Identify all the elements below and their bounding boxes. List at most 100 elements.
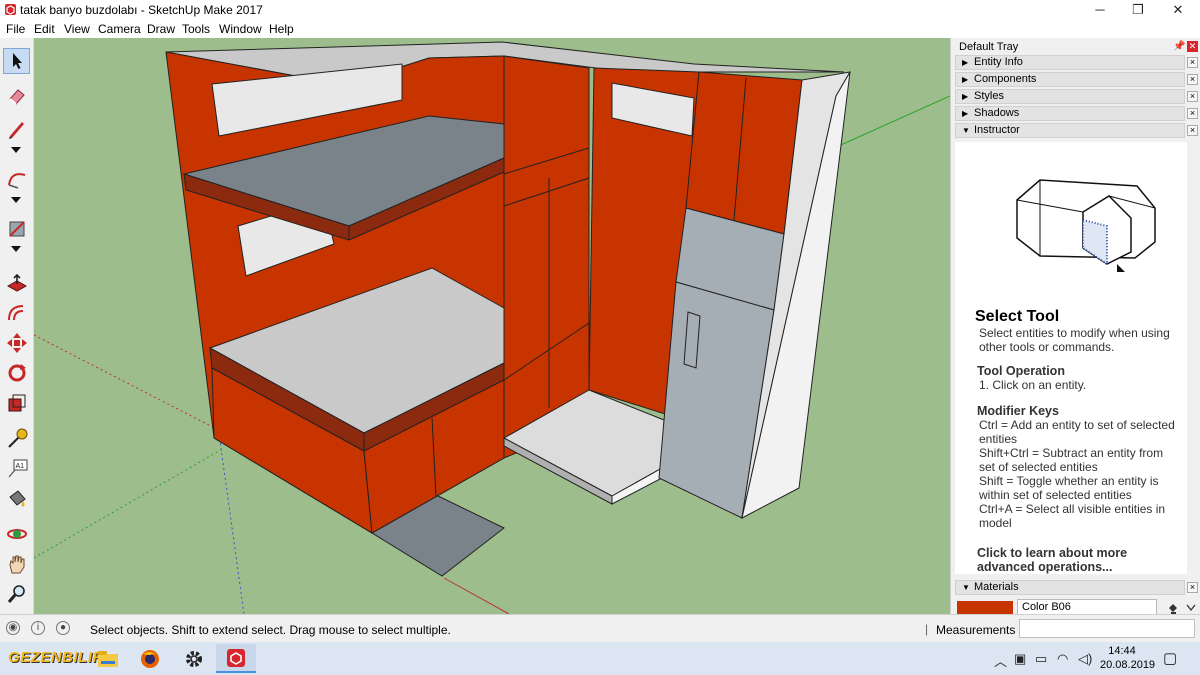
expand-icon: ▶ <box>962 58 969 67</box>
modifier-shift-ctrl: Shift+Ctrl = Subtract an entity from set… <box>979 446 1164 474</box>
menu-draw[interactable]: Draw <box>147 22 175 36</box>
paint-bucket-tool-button[interactable] <box>3 485 30 511</box>
instructor-title: Select Tool <box>975 308 1060 325</box>
pan-icon <box>8 555 24 574</box>
info-icon[interactable]: i <box>31 621 45 635</box>
status-divider: | <box>925 622 929 636</box>
chevron-up-icon[interactable]: ︿ <box>994 651 1007 670</box>
select-tool-button[interactable] <box>3 48 30 74</box>
minimize-button[interactable]: ─ <box>1080 0 1120 20</box>
modifier-keys-heading: Modifier Keys <box>977 404 1059 418</box>
geolocation-icon[interactable]: ◉ <box>6 621 20 635</box>
panel-close-icon[interactable]: × <box>1187 108 1198 119</box>
expand-icon: ▶ <box>962 92 969 101</box>
settings-button[interactable] <box>174 644 214 673</box>
pencil-tool-button[interactable] <box>3 116 30 142</box>
menu-window[interactable]: Window <box>219 22 262 36</box>
settings-icon <box>186 650 202 667</box>
expand-icon: ▶ <box>962 109 969 118</box>
orbit-tool-button[interactable] <box>3 521 30 547</box>
rectangle-tool-button[interactable] <box>3 216 30 242</box>
rectangle-icon <box>8 221 25 237</box>
move-icon <box>6 333 27 353</box>
panel-label: Styles <box>974 90 1004 102</box>
sketchup-icon <box>227 648 245 667</box>
notifications-icon[interactable]: ▢ <box>1163 649 1177 667</box>
chevron-down-icon[interactable] <box>11 196 21 204</box>
menu-file[interactable]: File <box>6 22 25 36</box>
create-material-icon[interactable] <box>1167 601 1179 615</box>
close-button[interactable]: ✕ <box>1158 0 1198 20</box>
file-explorer-button[interactable] <box>88 644 128 673</box>
tape-measure-tool-button[interactable] <box>3 425 30 451</box>
chevron-down-icon[interactable] <box>1186 604 1196 612</box>
volume-icon[interactable]: ◁) <box>1078 651 1092 667</box>
zoom-tool-button[interactable] <box>3 581 30 607</box>
panel-label: Entity Info <box>974 56 1023 68</box>
arc-tool-button[interactable] <box>3 166 30 192</box>
wifi-icon[interactable]: ◠ <box>1057 651 1068 667</box>
tray-close-icon[interactable]: ✕ <box>1187 41 1198 52</box>
clock-date: 20.08.2019 <box>1100 659 1156 671</box>
select-tool-illustration <box>1016 179 1156 272</box>
menu-edit[interactable]: Edit <box>34 22 55 36</box>
instructor-content: Select Tool Select entities to modify wh… <box>955 142 1187 574</box>
firefox-button[interactable] <box>130 644 170 673</box>
firefox-icon <box>141 649 159 668</box>
panel-close-icon[interactable]: × <box>1187 57 1198 68</box>
network-icon[interactable]: ▣ <box>1014 651 1026 667</box>
panel-instructor[interactable]: ▼ Instructor <box>955 123 1185 138</box>
window-title: tatak banyo buzdolabı - SketchUp Make 20… <box>20 3 263 17</box>
panel-close-icon[interactable]: × <box>1187 74 1198 85</box>
panel-styles[interactable]: ▶ Styles <box>955 89 1185 104</box>
panel-components[interactable]: ▶ Components <box>955 72 1185 87</box>
panel-entity-info[interactable]: ▶ Entity Info <box>955 55 1185 70</box>
panel-materials[interactable]: ▼ Materials <box>955 580 1185 595</box>
text-icon: A1 <box>8 459 27 478</box>
battery-icon[interactable]: ▭ <box>1035 651 1047 667</box>
maximize-button[interactable]: ❐ <box>1118 0 1158 20</box>
model-viewport[interactable] <box>34 38 950 614</box>
scale-tool-button[interactable] <box>3 390 30 416</box>
menu-help[interactable]: Help <box>269 22 294 36</box>
panel-close-icon[interactable]: × <box>1187 582 1198 593</box>
panel-close-icon[interactable]: × <box>1187 125 1198 136</box>
learn-more-link[interactable]: Click to learn about more advanced opera… <box>977 546 1177 574</box>
maximize-icon: ❐ <box>1132 2 1144 17</box>
move-tool-button[interactable] <box>3 330 30 356</box>
menu-tools[interactable]: Tools <box>182 22 210 36</box>
panel-shadows[interactable]: ▶ Shadows <box>955 106 1185 121</box>
paint-bucket-icon <box>8 490 26 507</box>
offset-tool-button[interactable] <box>3 300 30 326</box>
modifier-ctrl: Ctrl = Add an entity to set of selected … <box>979 418 1175 446</box>
menu-view[interactable]: View <box>64 22 90 36</box>
material-name-field[interactable]: Color B06 <box>1017 599 1157 615</box>
chevron-down-icon[interactable] <box>11 245 21 253</box>
material-swatch[interactable] <box>957 601 1013 615</box>
sketchup-taskbar-button[interactable] <box>216 644 256 673</box>
panel-close-icon[interactable]: × <box>1187 91 1198 102</box>
orbit-icon <box>6 529 27 539</box>
file-explorer-icon <box>98 650 118 667</box>
offset-icon <box>7 305 23 321</box>
menu-bar: File Edit View Camera Draw Tools Window … <box>0 20 1200 38</box>
measurements-input[interactable] <box>1019 619 1195 638</box>
push-pull-tool-button[interactable] <box>3 270 30 296</box>
zoom-icon <box>7 585 25 603</box>
tool-operation-heading: Tool Operation <box>977 364 1065 378</box>
push-pull-icon <box>6 273 27 292</box>
eraser-tool-button[interactable] <box>3 83 30 109</box>
system-clock[interactable]: 14:44 20.08.2019 <box>1100 644 1156 672</box>
rotate-tool-button[interactable] <box>3 360 30 386</box>
pin-icon[interactable]: 📌 <box>1173 41 1185 52</box>
pan-tool-button[interactable] <box>3 551 30 577</box>
clock-time: 14:44 <box>1108 645 1136 657</box>
chevron-down-icon[interactable] <box>11 146 21 154</box>
status-bar: ◉ i ● Select objects. Shift to extend se… <box>0 614 1200 642</box>
menu-camera[interactable]: Camera <box>98 22 141 36</box>
text-tool-button[interactable]: A1 <box>3 455 30 481</box>
text-tool-label: A1 <box>15 463 24 470</box>
collapse-icon: ▼ <box>962 126 970 135</box>
measurements-label: Measurements <box>936 623 1016 637</box>
user-icon[interactable]: ● <box>56 621 70 635</box>
